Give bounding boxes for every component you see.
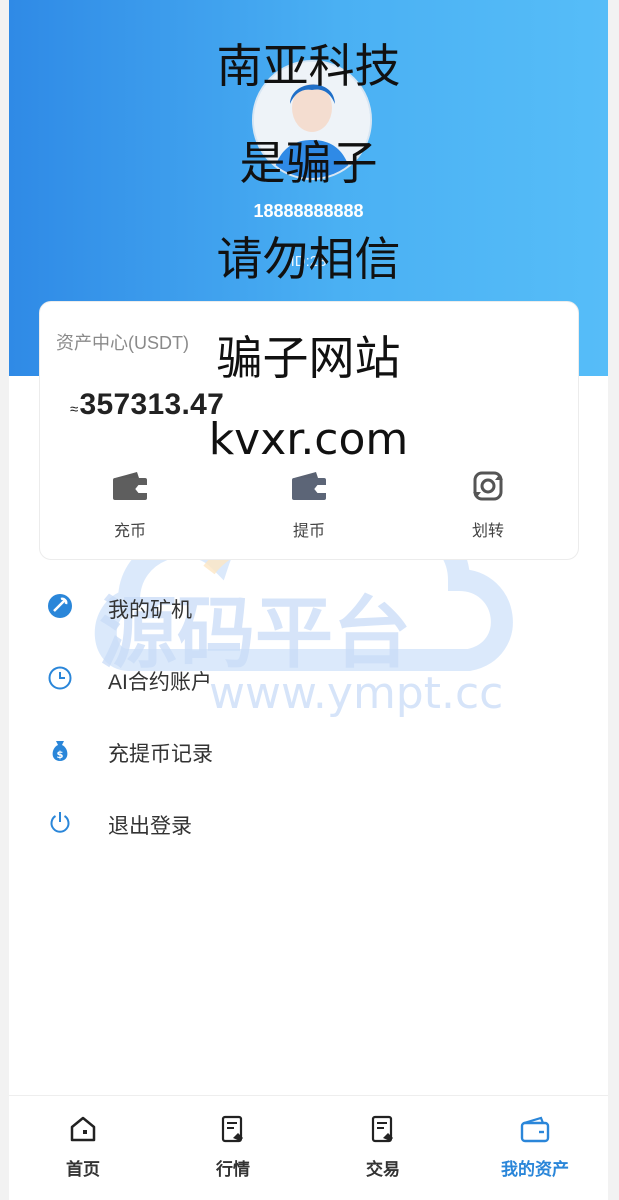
tab-my-assets[interactable]: 我的资产 bbox=[475, 1114, 595, 1180]
market-icon bbox=[221, 1115, 243, 1143]
wallet-icon bbox=[520, 1116, 550, 1143]
trade-icon bbox=[371, 1115, 393, 1143]
page: 18888888888 ID:23 源码平台 www.ympt.cc 资产中心(… bbox=[9, 0, 608, 1200]
overlay-text-1: 南亚科技 bbox=[216, 39, 401, 93]
user-phone: 18888888888 bbox=[253, 201, 364, 221]
overlay-text-4: 骗子网站 bbox=[216, 331, 401, 385]
transfer-icon bbox=[473, 471, 503, 501]
tab-home[interactable]: 首页 bbox=[23, 1114, 143, 1180]
tab-home-label: 首页 bbox=[66, 1160, 100, 1179]
menu-item-records[interactable]: $ 充提币记录 bbox=[9, 722, 608, 782]
transfer-button[interactable]: 划转 bbox=[428, 470, 548, 541]
withdraw-label: 提币 bbox=[292, 523, 325, 540]
tab-market[interactable]: 行情 bbox=[173, 1114, 293, 1180]
overlay-text-3: 请勿相信 bbox=[216, 232, 401, 286]
overlay-text-5: kvxr.com bbox=[208, 414, 409, 465]
menu-label-mining: 我的矿机 bbox=[108, 599, 192, 622]
tab-trade[interactable]: 交易 bbox=[323, 1114, 443, 1180]
transfer-label: 划转 bbox=[471, 523, 504, 540]
menu-label-ai-contract: AI合约账户 bbox=[108, 671, 212, 694]
money-bag-icon: $ bbox=[52, 741, 68, 761]
menu-label-records: 充提币记录 bbox=[108, 743, 213, 766]
tab-my-assets-label: 我的资产 bbox=[501, 1160, 569, 1179]
menu-item-logout[interactable]: 退出登录 bbox=[9, 794, 608, 854]
svg-text:$: $ bbox=[57, 750, 64, 761]
bottom-tab-bar: 首页 行情 交易 我的资产 bbox=[9, 1095, 608, 1200]
menu-label-logout: 退出登录 bbox=[108, 815, 192, 838]
wallet-icon bbox=[113, 472, 147, 500]
wallet-icon bbox=[292, 472, 326, 500]
deposit-label: 充币 bbox=[113, 523, 146, 540]
deposit-button[interactable]: 充币 bbox=[70, 470, 190, 541]
overlay-text-2: 是骗子 bbox=[239, 136, 378, 190]
mining-icon bbox=[48, 594, 72, 618]
menu-item-mining[interactable]: 我的矿机 bbox=[9, 578, 608, 638]
clock-icon bbox=[48, 666, 72, 690]
withdraw-button[interactable]: 提币 bbox=[249, 470, 369, 541]
tab-market-label: 行情 bbox=[216, 1160, 250, 1179]
home-icon bbox=[70, 1116, 96, 1142]
tab-trade-label: 交易 bbox=[366, 1160, 400, 1179]
menu-item-ai-contract[interactable]: AI合约账户 bbox=[9, 650, 608, 710]
power-icon bbox=[50, 812, 70, 833]
